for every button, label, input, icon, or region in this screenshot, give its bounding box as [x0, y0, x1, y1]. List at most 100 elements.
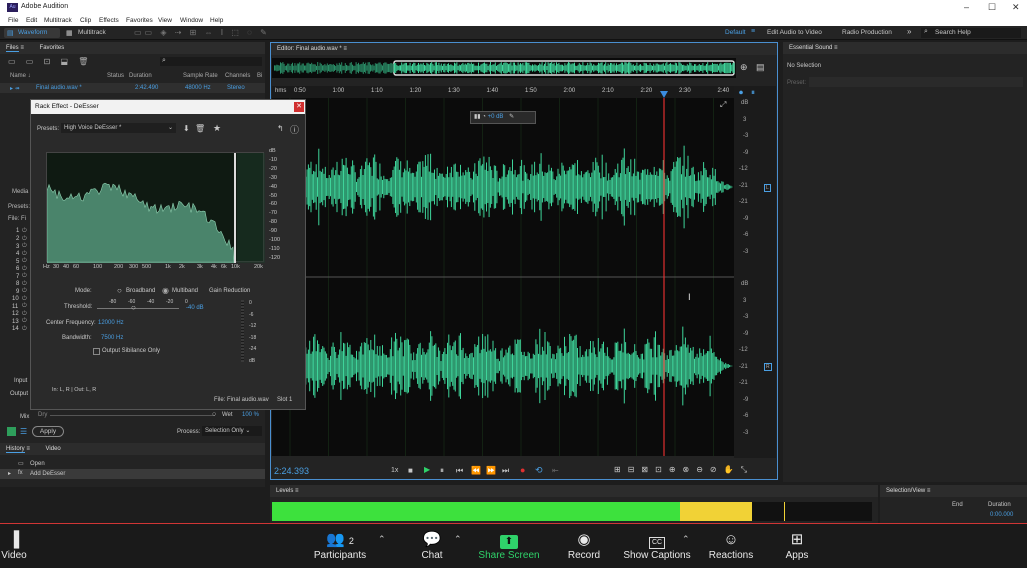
snap-icon[interactable]: ⏺	[739, 88, 743, 98]
menu-file[interactable]: File	[8, 17, 18, 24]
workspace-radio-production[interactable]: Radio Production	[842, 29, 892, 36]
fast-forward-icon[interactable]: ⏩	[486, 466, 496, 475]
playback-speed[interactable]: 1x	[391, 467, 398, 474]
rack-slot[interactable]: 1	[16, 228, 19, 234]
hud-gain[interactable]: ▮▮ ◔ +0 dB ✎	[470, 111, 536, 124]
record-button[interactable]: ◉ Record	[562, 530, 606, 561]
video-button[interactable]: ▐ Video	[0, 530, 34, 561]
rack-slot[interactable]: 14	[12, 326, 19, 332]
chat-chevron-icon[interactable]: ⌃	[454, 534, 462, 545]
process-dropdown[interactable]: Selection Only ⌄	[202, 426, 262, 436]
tab-favorites[interactable]: Favorites	[40, 45, 65, 51]
history-item[interactable]: ▸ fx Add DeEsser	[0, 469, 265, 479]
editor-tab[interactable]: Editor: Final audio.wav * ≡	[271, 43, 777, 55]
threshold-value[interactable]: -40 dB	[186, 305, 204, 311]
search-help-input[interactable]: ⌕ Search Help	[921, 28, 1021, 38]
workspace-menu-icon[interactable]: ≡	[751, 28, 755, 35]
close-button[interactable]: ✕	[1012, 2, 1020, 13]
playhead-marker-icon[interactable]	[660, 91, 668, 98]
rack-slot[interactable]: 2	[16, 236, 19, 242]
channel-l-label[interactable]: L	[764, 184, 771, 192]
rack-close-icon[interactable]: ✕	[294, 102, 304, 112]
gain-value[interactable]: +0 dB	[488, 114, 504, 120]
zoom-fit-icon[interactable]: ⤢	[720, 100, 726, 110]
rack-slot[interactable]: 13	[12, 319, 19, 325]
tab-video[interactable]: Video	[46, 446, 61, 452]
reactions-button[interactable]: ☺ Reactions	[704, 530, 758, 561]
chat-button[interactable]: 💬 Chat	[412, 530, 452, 561]
rack-slot[interactable]: 9	[16, 289, 19, 295]
more-workspaces-icon[interactable]: »	[907, 27, 911, 36]
rack-slot[interactable]: 10	[12, 296, 19, 302]
col-name[interactable]: Name ↓	[10, 73, 31, 79]
power-icons[interactable]: ⏻ ⏻ ⏻ ⏻ ⏻ ⏻ ⏻ ⏻ ⏻ ⏻ ⏻ ⏻ ⏻ ⏻	[22, 228, 28, 333]
zoom-overview-icon[interactable]: ⊕	[740, 62, 748, 73]
rack-title-bar[interactable]: Rack Effect - DeEsser	[31, 100, 305, 114]
tab-history[interactable]: History	[6, 446, 25, 453]
save-preset-icon[interactable]: ⬇	[183, 124, 190, 133]
minimize-button[interactable]: –	[964, 2, 969, 12]
col-sample-rate[interactable]: Sample Rate	[183, 73, 218, 79]
menu-edit[interactable]: Edit	[26, 17, 37, 24]
menu-help[interactable]: Help	[210, 17, 223, 24]
rewind-icon[interactable]: ⏪	[471, 466, 481, 475]
rack-slot[interactable]: 12	[12, 311, 19, 317]
loop-icon[interactable]: ⟲	[535, 465, 543, 476]
rack-power-icon[interactable]	[7, 427, 16, 436]
deesser-graph[interactable]	[46, 152, 265, 264]
mix-slider[interactable]	[50, 415, 215, 416]
essential-title[interactable]: Essential Sound	[789, 45, 832, 51]
rack-slot[interactable]: 11	[12, 304, 18, 310]
overview-bar[interactable]	[272, 58, 736, 78]
menu-multitrack[interactable]: Multitrack	[44, 17, 72, 24]
col-bits[interactable]: Bi	[257, 73, 262, 79]
routing-icon[interactable]: ↰	[277, 124, 284, 133]
record-icon[interactable]: ●	[520, 465, 525, 475]
rack-slot[interactable]: 8	[16, 281, 19, 287]
maximize-button[interactable]: ☐	[988, 2, 996, 13]
col-channels[interactable]: Channels	[225, 73, 250, 79]
captions-chevron-icon[interactable]: ⌃	[682, 534, 690, 545]
col-status[interactable]: Status	[107, 73, 124, 79]
participants-button[interactable]: 👥 2 Participants	[310, 530, 370, 561]
wet-value[interactable]: 100 %	[242, 412, 259, 418]
rack-slot[interactable]: 3	[16, 244, 19, 250]
rack-slot[interactable]: 4	[16, 251, 19, 257]
delete-preset-icon[interactable]: 🗑	[195, 124, 205, 133]
tab-files[interactable]: Files	[6, 45, 19, 52]
menu-window[interactable]: Window	[180, 17, 203, 24]
center-frequency-value[interactable]: 12000 Hz	[98, 320, 124, 326]
favorite-star-icon[interactable]: ★	[213, 123, 221, 134]
rack-list-icon[interactable]: ☰	[20, 427, 27, 436]
share-screen-button[interactable]: ⬆ Share Screen	[476, 530, 542, 561]
overview-menu-icon[interactable]: ▤	[756, 62, 765, 73]
waveform-view-button[interactable]: ▤ Waveform	[4, 28, 60, 38]
essential-preset-dropdown[interactable]	[809, 77, 1023, 87]
rack-slot[interactable]: 7	[16, 274, 19, 280]
files-toolbar-icons[interactable]: ▭ ▭ ⊡ ⬓ 🗑	[8, 57, 92, 66]
broadband-radio[interactable]: ○	[117, 286, 122, 295]
file-row[interactable]: ▸ ↠ Final audio.wav * 2:42.490 48000 Hz …	[0, 83, 265, 93]
duration-value[interactable]: 0:00.000	[990, 512, 1013, 518]
col-duration[interactable]: Duration	[129, 73, 152, 79]
apply-button[interactable]: Apply	[32, 426, 64, 437]
zoom-tools-icons[interactable]: ⊞⊟⊠⊡⊕⊗⊖⊘✋⤡	[614, 465, 754, 475]
menu-view[interactable]: View	[158, 17, 172, 24]
skip-back-icon[interactable]: ⏮	[456, 466, 463, 476]
time-ruler[interactable]: hms 0:50 1:00 1:10 1:20 1:30 1:40 1:50 2:00 2:10…	[272, 86, 734, 98]
waveform-display[interactable]	[272, 98, 734, 456]
mix-knob-icon[interactable]: ○	[212, 411, 216, 418]
menu-effects[interactable]: Effects	[99, 17, 119, 24]
menu-clip[interactable]: Clip	[80, 17, 91, 24]
files-menu-icon[interactable]: ≡	[20, 45, 24, 51]
skip-forward-icon[interactable]: ⏭	[502, 466, 509, 476]
selview-title[interactable]: Selection/View	[886, 488, 925, 494]
files-search-input[interactable]: ⌕	[160, 57, 262, 66]
stop-icon[interactable]: ■	[408, 466, 413, 475]
workspace-default[interactable]: Default	[725, 29, 746, 36]
workspace-edit-audio-video[interactable]: Edit Audio to Video	[767, 29, 822, 36]
play-icon[interactable]: ▶	[424, 465, 430, 474]
marker-icon[interactable]: ⏸	[751, 88, 755, 98]
gain-knob-icon[interactable]: ◔	[482, 114, 486, 120]
rack-slot[interactable]: 6	[16, 266, 19, 272]
